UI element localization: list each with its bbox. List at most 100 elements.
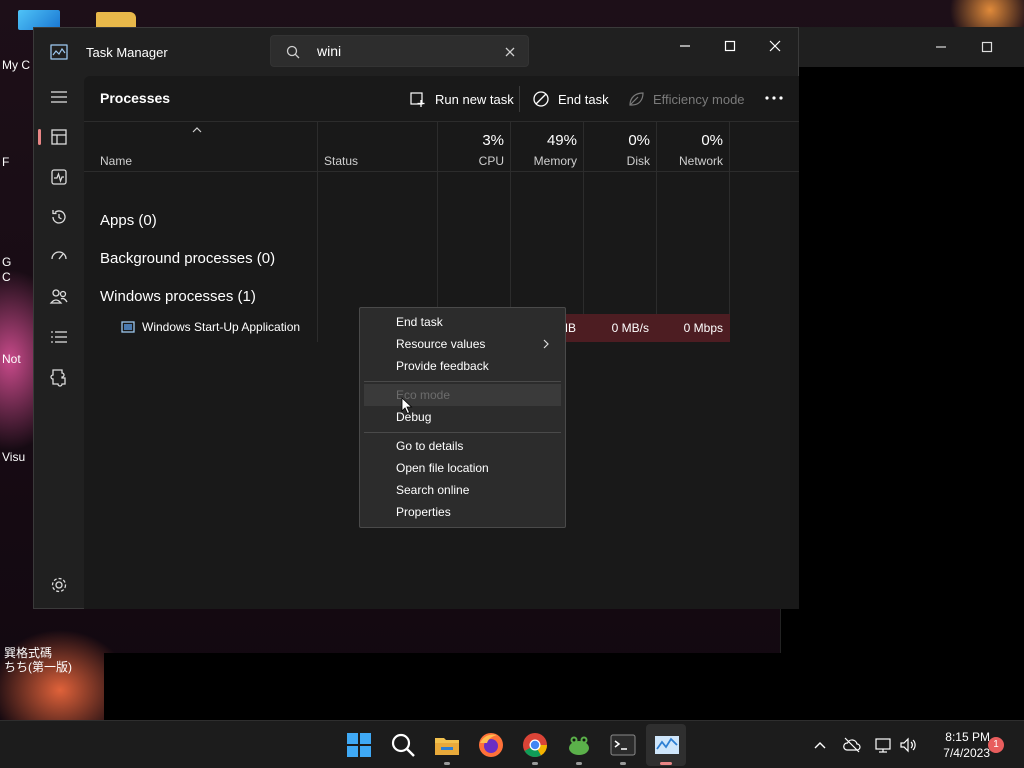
column-header-network[interactable]: Network — [656, 154, 723, 168]
menu-item-provide-feedback[interactable]: Provide feedback — [364, 355, 561, 377]
rail-active-indicator — [38, 129, 41, 145]
end-task-label: End task — [558, 91, 609, 107]
maximize-icon[interactable] — [720, 36, 740, 56]
chevron-right-icon — [543, 339, 549, 349]
menu-item-end-task[interactable]: End task — [364, 311, 561, 333]
background-window-lower — [104, 653, 1024, 720]
column-header-disk[interactable]: Disk — [583, 154, 650, 168]
clock[interactable]: 8:15 PM 7/4/2023 — [924, 729, 990, 761]
column-header-cpu[interactable]: CPU — [437, 154, 504, 168]
mouse-cursor-icon — [401, 397, 413, 415]
process-disk: 0 MB/s — [583, 314, 656, 342]
chrome-icon[interactable] — [521, 731, 549, 759]
clock-time: 8:15 PM — [945, 730, 990, 744]
gear-icon[interactable] — [46, 572, 72, 598]
search-box[interactable]: wini — [270, 35, 529, 67]
windows-start-icon[interactable] — [345, 731, 373, 759]
running-indicator — [576, 762, 582, 765]
startup-apps-icon[interactable] — [46, 244, 72, 270]
app-window-icon — [121, 321, 135, 333]
task-manager-icon[interactable] — [653, 731, 681, 759]
close-icon[interactable] — [765, 36, 785, 56]
menu-item-properties[interactable]: Properties — [364, 501, 561, 523]
search-icon — [286, 45, 300, 59]
notification-badge[interactable]: 1 — [988, 737, 1004, 753]
services-icon[interactable] — [46, 364, 72, 390]
search-input[interactable]: wini — [317, 43, 341, 59]
menu-item-label: Resource values — [396, 337, 486, 351]
performance-icon[interactable] — [46, 164, 72, 190]
title-bar[interactable]: Task Manager wini — [34, 28, 798, 76]
chevron-up-icon[interactable] — [810, 735, 830, 755]
active-indicator — [660, 762, 672, 765]
column-header-row: Name Status 3% CPU 49% Memory 0% Disk 0%… — [84, 122, 799, 172]
desktop-icon-label[interactable]: C — [2, 270, 32, 284]
leaf-icon — [629, 92, 644, 106]
minimize-icon[interactable] — [675, 36, 695, 56]
minimize-icon[interactable] — [931, 37, 951, 57]
disk-total: 0% — [628, 132, 650, 149]
desktop-label-line: 巽格式碼 — [4, 646, 53, 660]
running-indicator — [532, 762, 538, 765]
run-new-task-label: Run new task — [435, 91, 514, 107]
page-title: Processes — [100, 90, 171, 106]
network-total: 0% — [701, 132, 723, 149]
efficiency-mode-button[interactable]: Efficiency mode — [627, 86, 745, 112]
process-network: 0 Mbps — [656, 314, 730, 342]
menu-separator — [364, 381, 561, 382]
background-window-titlebar[interactable] — [781, 27, 1024, 67]
column-header-memory[interactable]: Memory — [510, 154, 577, 168]
process-name: Windows Start-Up Application — [142, 320, 301, 334]
clear-search-icon[interactable] — [502, 44, 518, 60]
frog-app-icon[interactable] — [565, 731, 593, 759]
firefox-icon[interactable] — [477, 731, 505, 759]
network-icon[interactable] — [874, 735, 894, 755]
running-indicator — [444, 762, 450, 765]
desktop-icon-label[interactable]: Not — [2, 352, 32, 366]
taskbar: 8:15 PM 7/4/2023 1 — [0, 720, 1024, 768]
menu-separator — [364, 432, 561, 433]
users-icon[interactable] — [46, 284, 72, 310]
menu-item-debug[interactable]: Debug — [364, 406, 561, 428]
search-icon[interactable] — [389, 731, 417, 759]
end-task-button[interactable]: End task — [532, 86, 609, 112]
toolbar-divider — [519, 86, 520, 112]
background-window[interactable] — [780, 27, 1024, 653]
window-title: Task Manager — [86, 45, 168, 60]
clock-date: 7/4/2023 — [943, 746, 990, 760]
hamburger-icon[interactable] — [46, 84, 72, 110]
file-explorer-icon[interactable] — [433, 731, 461, 759]
column-header-name[interactable]: Name — [100, 154, 132, 168]
menu-item-open-file-location[interactable]: Open file location — [364, 457, 561, 479]
desktop-icon-label[interactable]: G — [2, 255, 32, 269]
desktop-label-line: ちち(第一版) — [4, 660, 72, 674]
menu-item-resource-values[interactable]: Resource values — [364, 333, 561, 355]
group-background-processes[interactable]: Background processes (0) — [100, 250, 275, 267]
task-manager-app-icon — [50, 44, 68, 60]
group-apps[interactable]: Apps (0) — [100, 212, 157, 229]
context-menu: End task Resource values Provide feedbac… — [359, 307, 566, 528]
processes-icon[interactable] — [46, 124, 72, 150]
menu-item-search-online[interactable]: Search online — [364, 479, 561, 501]
details-icon[interactable] — [46, 324, 72, 350]
app-history-icon[interactable] — [46, 204, 72, 230]
cpu-total: 3% — [482, 132, 504, 149]
cloud-off-icon[interactable] — [842, 735, 862, 755]
sort-ascending-icon[interactable] — [191, 126, 203, 134]
terminal-icon[interactable] — [609, 731, 637, 759]
run-new-task-button[interactable]: Run new task — [409, 86, 514, 112]
more-icon[interactable] — [762, 88, 786, 108]
desktop-icon-label[interactable]: 巽格式碼 ちち(第一版) — [4, 646, 72, 674]
menu-item-go-to-details[interactable]: Go to details — [364, 435, 561, 457]
group-windows-processes[interactable]: Windows processes (1) — [100, 288, 256, 305]
desktop-icon-label[interactable]: F — [2, 155, 32, 169]
desktop-icon-label[interactable]: Visu — [2, 450, 32, 464]
menu-item-eco-mode[interactable]: Eco mode — [364, 384, 561, 406]
maximize-icon[interactable] — [977, 37, 997, 57]
end-task-icon — [533, 91, 549, 107]
efficiency-mode-label: Efficiency mode — [653, 91, 745, 107]
desktop-icon-label[interactable]: My C — [2, 58, 32, 72]
column-header-status[interactable]: Status — [324, 154, 358, 168]
volume-icon[interactable] — [898, 735, 918, 755]
running-indicator — [620, 762, 626, 765]
